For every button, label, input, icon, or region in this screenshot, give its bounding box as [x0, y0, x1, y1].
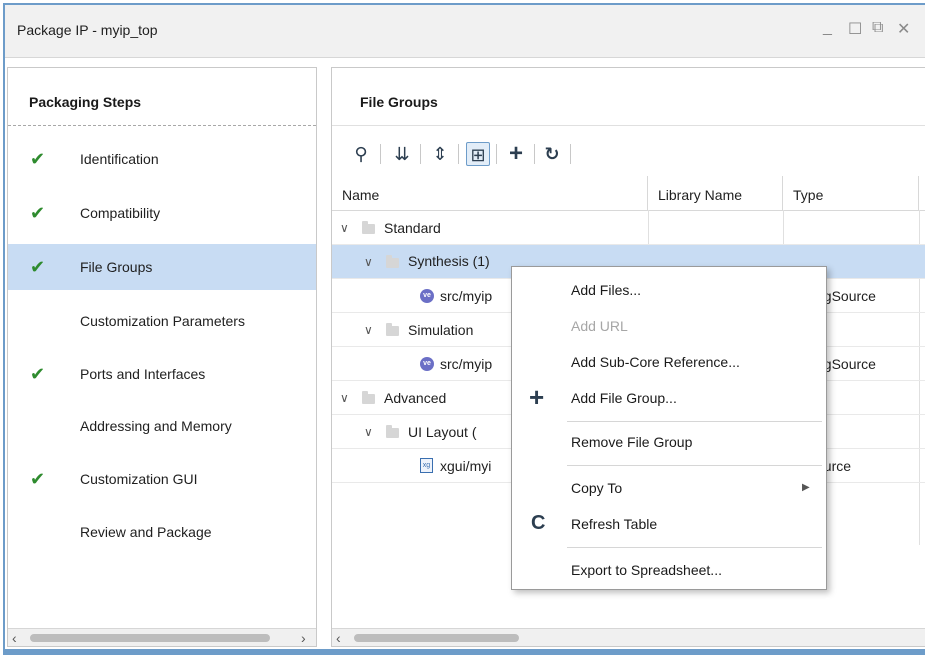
search-icon[interactable]: ⚲ [349, 142, 373, 166]
refresh-icon[interactable]: ↻ [540, 142, 564, 166]
step-customization-parameters[interactable]: Customization Parameters [8, 298, 316, 344]
menu-item-copy-to[interactable]: Copy To ▶ [512, 471, 826, 505]
hierarchy-icon[interactable]: ⊞ [466, 142, 490, 166]
folder-icon [386, 425, 399, 438]
add-icon: + [529, 382, 545, 412]
folder-icon [362, 391, 375, 404]
expand-arrow-icon[interactable]: ∨ [340, 391, 349, 405]
step-customization-gui[interactable]: ✔ Customization GUI [8, 456, 316, 502]
toolbar-divider [380, 144, 381, 164]
maximize-icon[interactable]: ☐ [848, 19, 862, 39]
menu-separator [567, 465, 822, 466]
file-group-context-menu: Add Files... Add URL Add Sub-Core Refere… [511, 266, 827, 590]
row-name: UI Layout ( [408, 424, 477, 440]
step-ports-and-interfaces[interactable]: ✔ Ports and Interfaces [8, 351, 316, 397]
column-header-library-name[interactable]: Library Name [648, 176, 783, 210]
file-groups-header: File Groups [332, 68, 925, 126]
menu-item-export-to-spreadsheet[interactable]: Export to Spreadsheet... [512, 553, 826, 587]
toolbar-divider [534, 144, 535, 164]
check-icon: ✔ [30, 257, 46, 277]
scroll-left-icon[interactable]: ‹ [12, 630, 17, 646]
minimize-icon[interactable]: _ [823, 19, 832, 37]
menu-item-refresh-table[interactable]: C Refresh Table [512, 507, 826, 541]
right-horizontal-scrollbar[interactable]: ‹ [332, 628, 925, 646]
row-name: xgui/myi [440, 458, 492, 474]
verilog-file-icon: ve [420, 289, 434, 303]
menu-item-add-file-group[interactable]: + Add File Group... [512, 381, 826, 415]
expand-arrow-icon[interactable]: ∨ [340, 221, 349, 235]
scroll-left-icon[interactable]: ‹ [336, 630, 341, 646]
verilog-file-icon: ve [420, 357, 434, 371]
step-review-and-package[interactable]: Review and Package [8, 509, 316, 555]
row-name: Standard [384, 220, 441, 236]
toolbar-divider [570, 144, 571, 164]
check-icon: ✔ [30, 364, 46, 384]
table-row[interactable]: ∨ Standard [332, 211, 925, 245]
packaging-steps-panel: Packaging Steps ✔ Identification ✔ Compa… [7, 67, 317, 647]
step-identification[interactable]: ✔ Identification [8, 136, 316, 182]
row-name: src/myip [440, 356, 493, 372]
step-label: File Groups [80, 259, 153, 275]
column-header-name[interactable]: Name [332, 176, 648, 210]
menu-item-remove-file-group[interactable]: Remove File Group [512, 425, 826, 459]
toolbar-divider [458, 144, 459, 164]
panel-title: File Groups [360, 94, 438, 110]
left-horizontal-scrollbar[interactable]: ‹ › [8, 628, 316, 646]
title-bar: Package IP - myip_top _ ☐ ⧉ ✕ [5, 5, 925, 58]
window-title: Package IP - myip_top [17, 22, 158, 38]
expand-arrow-icon[interactable]: ∨ [364, 323, 373, 337]
xgui-file-icon: xg [420, 458, 433, 473]
folder-icon [386, 255, 399, 268]
step-label: Addressing and Memory [80, 418, 232, 434]
file-groups-toolbar: ⚲ ⇊ ⇕ ⊞ + ↻ [332, 138, 652, 170]
step-addressing-and-memory[interactable]: Addressing and Memory [8, 403, 316, 449]
expand-all-icon[interactable]: ⇕ [428, 142, 452, 166]
row-name: Advanced [384, 390, 447, 406]
packaging-steps-header: Packaging Steps [8, 68, 316, 126]
check-icon: ✔ [30, 203, 46, 223]
submenu-arrow-icon: ▶ [802, 482, 810, 493]
toolbar-divider [496, 144, 497, 164]
column-header-type[interactable]: Type [783, 176, 919, 210]
menu-separator [567, 421, 822, 422]
add-icon[interactable]: + [504, 142, 528, 166]
step-label: Customization Parameters [80, 313, 245, 329]
step-label: Compatibility [80, 205, 161, 221]
expand-arrow-icon[interactable]: ∨ [364, 255, 373, 269]
menu-item-add-url: Add URL [571, 318, 628, 334]
scroll-thumb[interactable] [30, 634, 270, 642]
expand-arrow-icon[interactable]: ∨ [364, 425, 373, 439]
folder-icon [386, 323, 399, 336]
row-name: Simulation [408, 322, 474, 338]
menu-item-add-sub-core-reference[interactable]: Add Sub-Core Reference... [512, 345, 826, 379]
window-bottom-border [5, 649, 925, 653]
panel-title: Packaging Steps [29, 94, 142, 110]
scroll-right-icon[interactable]: › [301, 630, 306, 646]
check-icon: ✔ [30, 149, 46, 169]
restore-icon[interactable]: ⧉ [872, 19, 883, 37]
toolbar-divider [420, 144, 421, 164]
scroll-thumb[interactable] [354, 634, 519, 642]
check-icon: ✔ [30, 469, 46, 489]
row-name: src/myip [440, 288, 493, 304]
step-label: Review and Package [80, 524, 212, 540]
menu-item-add-files[interactable]: Add Files... [512, 273, 826, 307]
step-label: Customization GUI [80, 471, 198, 487]
row-name: Synthesis (1) [408, 253, 490, 269]
folder-icon [362, 221, 375, 234]
step-compatibility[interactable]: ✔ Compatibility [8, 190, 316, 236]
step-label: Identification [80, 151, 159, 167]
refresh-icon: C [531, 512, 546, 534]
menu-separator [567, 547, 822, 548]
step-label: Ports and Interfaces [80, 366, 206, 382]
collapse-all-icon[interactable]: ⇊ [390, 142, 414, 166]
close-icon[interactable]: ✕ [897, 19, 910, 39]
step-file-groups[interactable]: ✔ File Groups [8, 244, 316, 290]
